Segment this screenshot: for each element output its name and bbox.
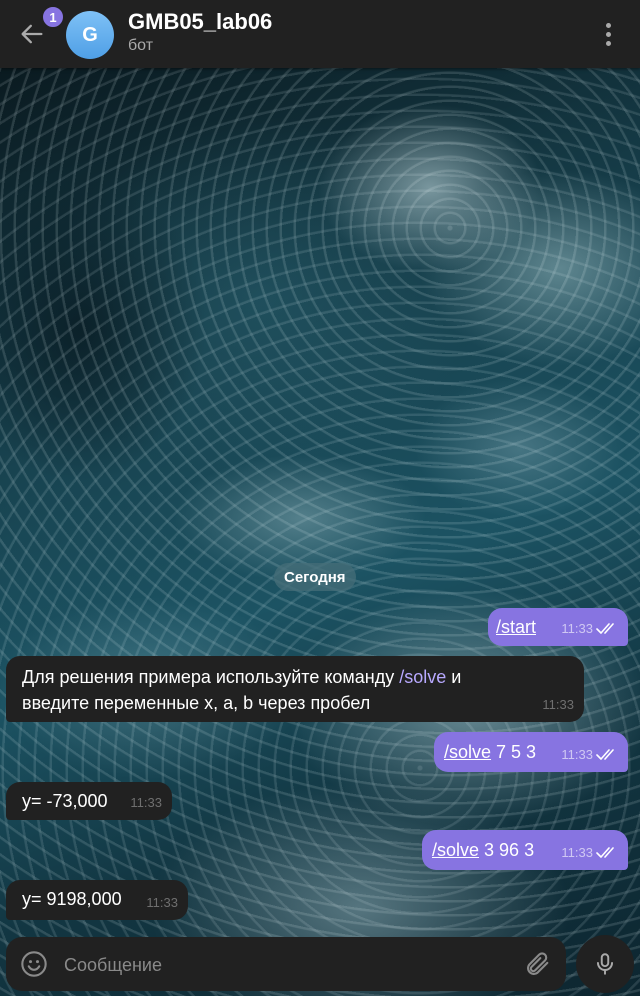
message-text-line: введите переменные x, a, b через пробел [22, 693, 371, 713]
message-meta: 11:33 [561, 616, 618, 642]
message-meta: 11:33 [146, 890, 178, 916]
command-link[interactable]: /start [496, 617, 536, 637]
message-time: 11:33 [561, 621, 593, 636]
more-vertical-icon [605, 22, 611, 28]
incoming-message: y= -73,000 11:33 [6, 782, 172, 820]
message-meta: 11:33 [561, 840, 618, 866]
message-time: 11:33 [561, 747, 593, 762]
incoming-message: y= 9198,000 11:33 [6, 880, 188, 920]
incoming-message: Для решения примера используйте команду … [6, 656, 584, 722]
command-link[interactable]: /solve [444, 742, 491, 762]
message-text: y= -73,000 [22, 791, 108, 811]
more-menu-button[interactable] [594, 20, 622, 48]
microphone-icon [596, 953, 614, 975]
outgoing-message: /solve 3 96 3 11:33 [422, 830, 628, 870]
message-time: 11:33 [146, 895, 178, 910]
command-link[interactable]: /solve [399, 667, 446, 687]
message-input[interactable] [62, 937, 506, 993]
message-time: 11:33 [542, 697, 574, 712]
unread-count-badge: 1 [41, 5, 65, 29]
paperclip-icon[interactable] [524, 950, 552, 978]
chat-subtitle: бот [128, 37, 154, 54]
message-composer [6, 937, 566, 993]
outgoing-message: /solve 7 5 3 11:33 [434, 732, 628, 772]
chat-title[interactable]: GMB05_lab06 [128, 9, 272, 35]
message-text: 7 5 3 [491, 742, 537, 762]
message-meta: 11:33 [561, 742, 618, 768]
smile-icon[interactable] [20, 950, 48, 978]
message-text: 3 96 3 [479, 840, 535, 860]
double-check-icon [596, 847, 614, 858]
message-meta: 11:33 [542, 692, 574, 718]
command-link[interactable]: /solve [432, 840, 479, 860]
date-separator: Сегодня [274, 563, 356, 591]
message-text-line: Для решения примера используйте команду … [22, 667, 462, 687]
double-check-icon [596, 623, 614, 634]
arrow-left-icon [21, 24, 43, 44]
message-text: y= 9198,000 [22, 889, 122, 909]
chat-header: 1 G GMB05_lab06 бот [0, 0, 640, 68]
outgoing-message: /start 11:33 [488, 608, 628, 646]
message-time: 11:33 [130, 795, 162, 810]
voice-record-button[interactable] [576, 935, 634, 993]
message-time: 11:33 [561, 845, 593, 860]
double-check-icon [596, 749, 614, 760]
avatar[interactable]: G [66, 11, 114, 59]
message-meta: 11:33 [130, 790, 162, 816]
